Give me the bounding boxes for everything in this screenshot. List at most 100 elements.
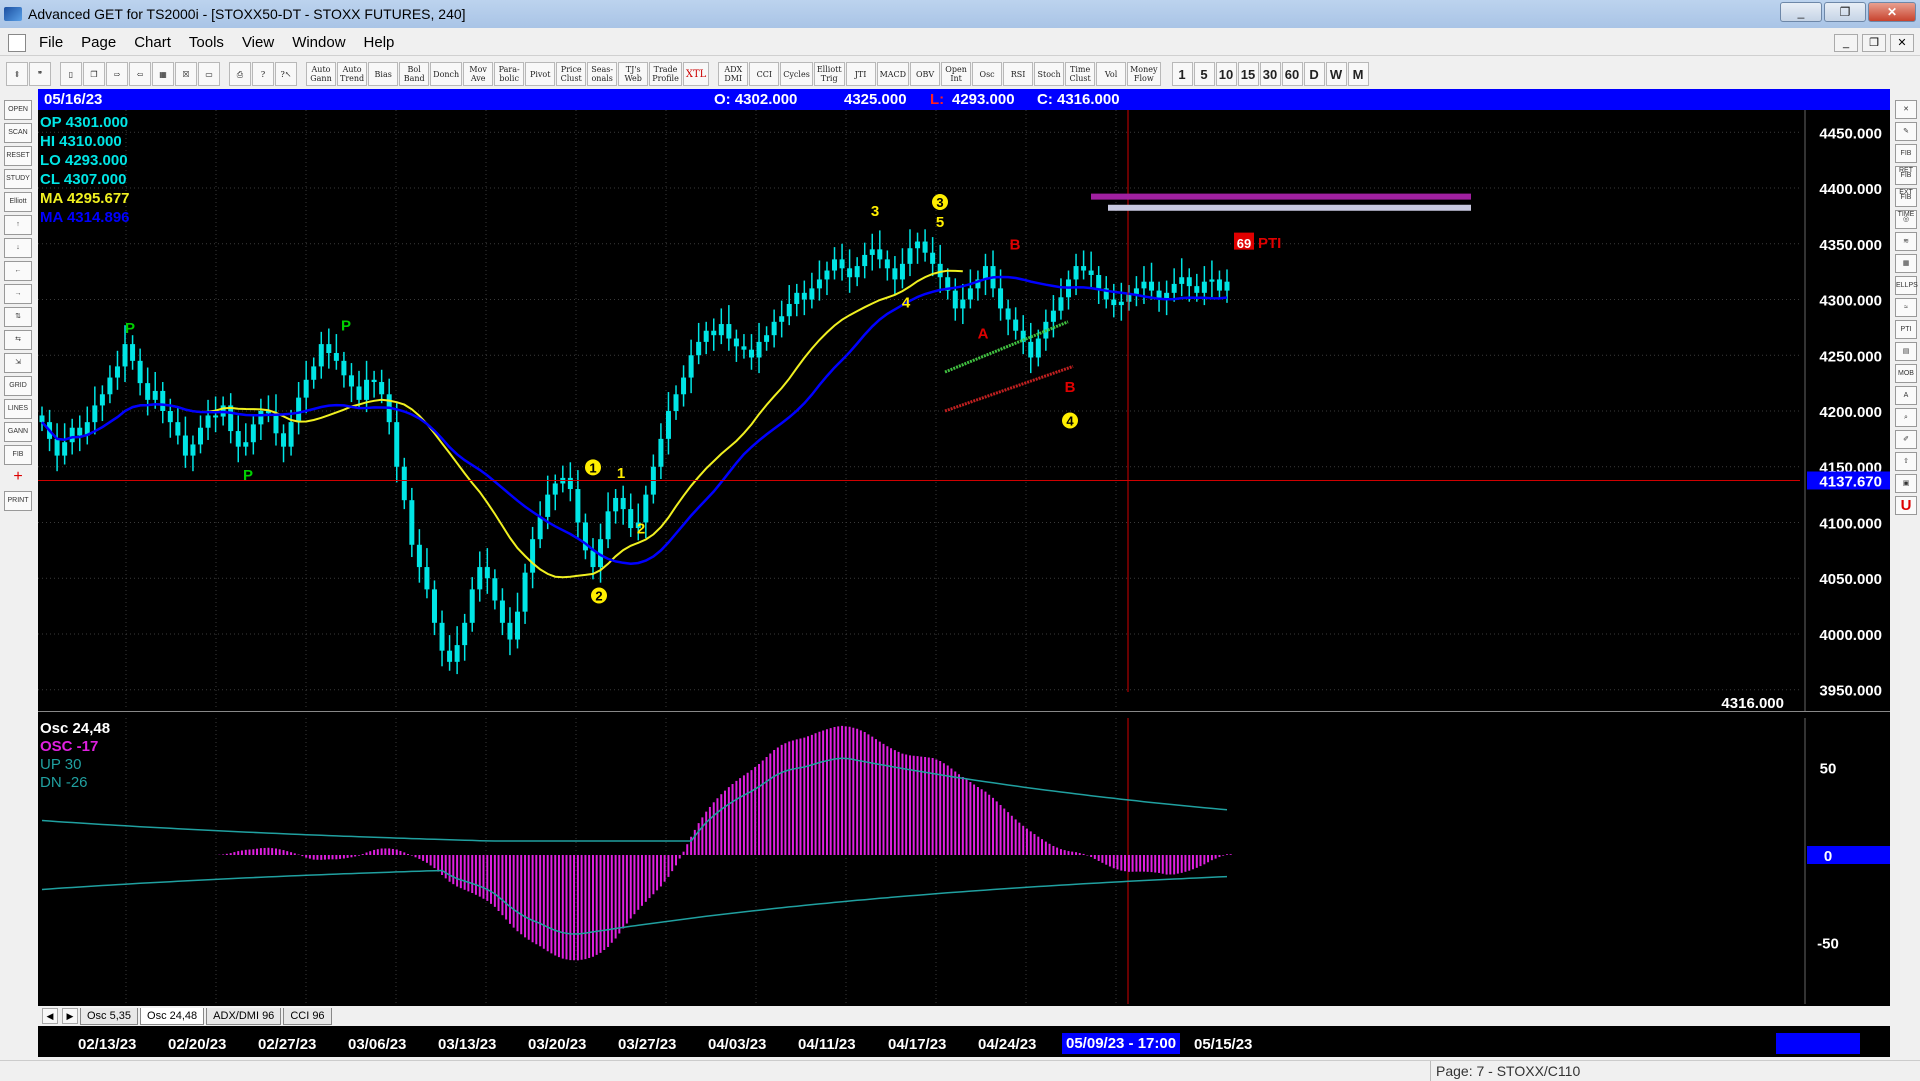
right-tool-0-icon[interactable]: ✕ [1895,100,1917,119]
study-auto-gann-button[interactable]: Auto Gann [306,62,336,86]
left-tool-7-icon[interactable]: ← [4,261,32,281]
cursor-tool-icon[interactable]: ⇕ [6,62,28,86]
right-tool-16-icon[interactable]: ⇧ [1895,452,1917,471]
back-icon[interactable]: ⇦ [129,62,151,86]
tab-next-icon[interactable]: ▶ [62,1008,78,1024]
period-60-button[interactable]: 60 [1281,62,1303,86]
period-m-button[interactable]: M [1347,62,1369,86]
minimize-button[interactable]: _ [1780,2,1822,22]
left-tool-6-icon[interactable]: ↓ [4,238,32,258]
indicator-stoch-button[interactable]: Stoch [1034,62,1065,86]
indicator-cci-button[interactable]: CCI [749,62,780,86]
left-tool-0-icon[interactable]: OPEN [4,100,32,120]
right-tool-12-icon[interactable]: MOB [1895,364,1917,383]
window-icon[interactable]: ▭ [198,62,220,86]
study-bias-button[interactable]: Bias [368,62,399,86]
print-icon[interactable]: ⎙ [229,62,251,86]
forward-icon[interactable]: ⇨ [106,62,128,86]
left-tool-2-icon[interactable]: RESET [4,146,32,166]
period-15-button[interactable]: 15 [1237,62,1259,86]
new-doc-icon[interactable]: ▯ [60,62,82,86]
menu-tools[interactable]: Tools [180,34,233,51]
document-icon[interactable] [8,33,26,52]
left-tool-17-icon[interactable]: PRINT [4,491,32,511]
tab-osc-24-48[interactable]: Osc 24,48 [140,1007,205,1025]
tab-osc-5-35[interactable]: Osc 5,35 [80,1007,139,1025]
right-tool-6-icon[interactable]: ≋ [1895,232,1917,251]
left-tool-13-icon[interactable]: LINES [4,399,32,419]
period-5-button[interactable]: 5 [1193,62,1215,86]
study-bol-band-button[interactable]: Bol Band [399,62,430,86]
quote-tool-icon[interactable]: ❞ [29,62,51,86]
indicator-elliott-trig-button[interactable]: Elliott Trig [813,62,845,86]
close-button[interactable]: ✕ [1868,2,1916,22]
indicator-open-int-button[interactable]: Open Int [941,62,972,86]
study-donch-button[interactable]: Donch [430,62,463,86]
study-trade-profile-button[interactable]: Trade Profile [649,62,682,86]
right-tool-11-icon[interactable]: ▤ [1895,342,1917,361]
xtl-button[interactable]: XTL [682,62,710,86]
grid-icon[interactable]: ▦ [152,62,174,86]
study-tj-s-web-button[interactable]: TJ's Web [618,62,649,86]
left-tool-15-icon[interactable]: FIB [4,445,32,465]
left-tool-11-icon[interactable]: ⇲ [4,353,32,373]
left-tool-1-icon[interactable]: SCAN [4,123,32,143]
mdi-minimize-button[interactable]: _ [1834,34,1858,52]
study-mov-ave-button[interactable]: Mov Ave [463,62,494,86]
right-tool-9-icon[interactable]: ≈ [1895,298,1917,317]
left-tool-9-icon[interactable]: ⇅ [4,307,32,327]
period-w-button[interactable]: W [1325,62,1347,86]
indicator-cycles-button[interactable]: Cycles [780,62,813,86]
mdi-close-button[interactable]: ✕ [1890,34,1914,52]
indicator-obv-button[interactable]: OBV [910,62,941,86]
study-para-bolic-button[interactable]: Para- bolic [494,62,525,86]
indicator-rsi-button[interactable]: RSI [1003,62,1034,86]
study-seas-onals-button[interactable]: Seas- onals [587,62,618,86]
context-help-icon[interactable]: ?↖ [275,62,297,86]
chart-window[interactable]: 05/16/23 O: 4302.000 4325.000 L: 4293.00… [38,89,1890,1057]
right-tool-1-icon[interactable]: ✎ [1895,122,1917,141]
price-chart[interactable]: 4450.000 4400.000 4350.000 4300.000 4250.000… [38,110,1890,712]
right-tool-7-icon[interactable]: ▦ [1895,254,1917,273]
menu-view[interactable]: View [233,34,283,51]
left-tool-12-icon[interactable]: GRID [4,376,32,396]
mdi-restore-button[interactable]: ❐ [1862,34,1886,52]
right-tool-14-icon[interactable]: ⌕ [1895,408,1917,427]
study-pivot-button[interactable]: Pivot [525,62,556,86]
menu-window[interactable]: Window [283,34,354,51]
menu-file[interactable]: File [30,34,72,51]
indicator-osc-button[interactable]: Osc [972,62,1003,86]
indicator-money-flow-button[interactable]: Money Flow [1127,62,1161,86]
menu-help[interactable]: Help [355,34,404,51]
left-tool-5-icon[interactable]: ↑ [4,215,32,235]
menu-page[interactable]: Page [72,34,125,51]
right-tool-2-icon[interactable]: FIB RET [1895,144,1917,174]
maximize-button[interactable]: ❐ [1824,2,1866,22]
right-tool-18-icon[interactable]: U [1895,496,1917,515]
right-tool-15-icon[interactable]: ✐ [1895,430,1917,449]
help-icon[interactable]: ? [252,62,274,86]
indicator-macd-button[interactable]: MACD [876,62,910,86]
indicator-jti-button[interactable]: JTI [845,62,876,86]
period-30-button[interactable]: 30 [1259,62,1281,86]
left-tool-4-icon[interactable]: Elliott [4,192,32,212]
study-auto-trend-button[interactable]: Auto Trend [337,62,368,86]
tab-cci[interactable]: CCI 96 [283,1007,332,1025]
copy-icon[interactable]: ❐ [83,62,105,86]
period-10-button[interactable]: 10 [1215,62,1237,86]
oscillator-chart[interactable]: 50 0 -50 Osc 24,48OSC -17UP 30DN -26 [38,718,1890,1004]
right-tool-10-icon[interactable]: PTI [1895,320,1917,339]
left-tool-8-icon[interactable]: → [4,284,32,304]
left-tool-3-icon[interactable]: STUDY [4,169,32,189]
study-price-clust-button[interactable]: Price Clust [556,62,587,86]
tab-prev-icon[interactable]: ◀ [42,1008,58,1024]
period-1-button[interactable]: 1 [1171,62,1193,86]
right-tool-13-icon[interactable]: A [1895,386,1917,405]
menu-chart[interactable]: Chart [125,34,180,51]
left-tool-16-icon[interactable]: + [4,468,32,488]
cancel-icon[interactable]: ☒ [175,62,197,86]
left-tool-10-icon[interactable]: ⇆ [4,330,32,350]
indicator-vol-button[interactable]: Vol [1096,62,1127,86]
period-d-button[interactable]: D [1303,62,1325,86]
indicator-adx-dmi-button[interactable]: ADX DMI [718,62,749,86]
